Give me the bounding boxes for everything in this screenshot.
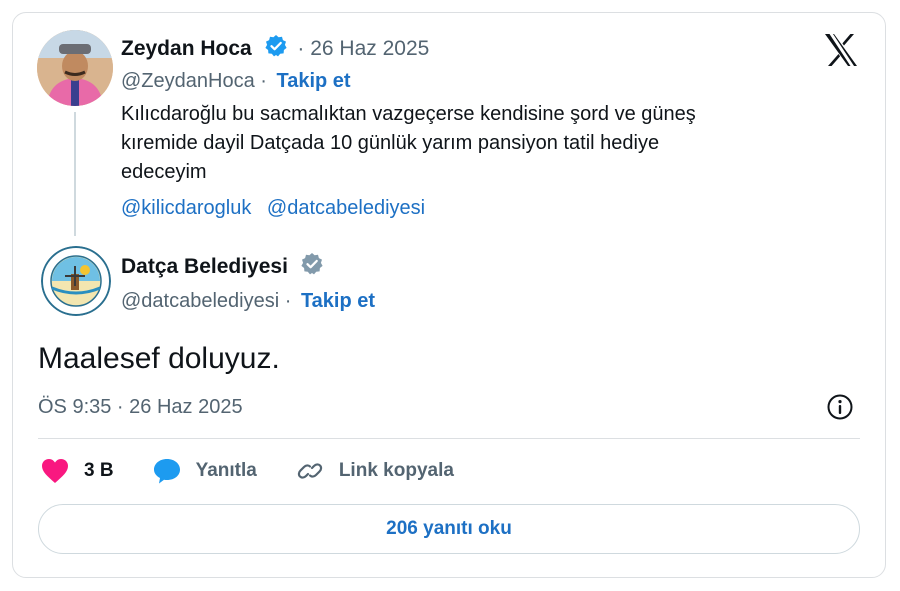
reply-label: Yanıtla (195, 460, 257, 481)
like-button[interactable]: 3 B (40, 457, 114, 485)
quoted-handle-row: @ZeydanHoca · Takip et (121, 70, 351, 93)
quoted-author-name-row[interactable]: Zeydan Hoca · 26 Haz 2025 (121, 34, 429, 61)
thread-connector-line (74, 112, 76, 236)
reply-handle-row: @datcabelediyesi · Takip et (121, 290, 375, 313)
reply-timestamp[interactable]: ÖS 9:35 · 26 Haz 2025 (38, 396, 243, 419)
verified-badge-icon (264, 35, 287, 57)
speech-bubble-icon (153, 459, 180, 484)
copy-link-label: Link kopyala (338, 460, 454, 481)
reply-follow-link[interactable]: Takip et (301, 290, 375, 312)
link-icon (297, 463, 322, 479)
reply-button[interactable]: Yanıtla (152, 457, 257, 485)
quoted-author-name[interactable]: Zeydan Hoca (121, 37, 252, 60)
quoted-follow-link[interactable]: Takip et (276, 70, 350, 92)
tweet-actions-bar: 3 B Yanıtla Link kopyala (40, 456, 492, 486)
copy-link-button[interactable]: Link kopyala (295, 457, 454, 485)
info-icon[interactable] (826, 393, 854, 421)
quoted-tweet-date[interactable]: · 26 Haz 2025 (297, 37, 429, 60)
quoted-tweet-text: Kılıcdaroğlu bu sacmalıktan vazgeçerse k… (121, 100, 841, 223)
quoted-text-line: kıremide dayil Datçada 10 günlük yarım p… (121, 132, 660, 154)
mention-link-datcabelediyesi[interactable]: @datcabelediyesi (267, 197, 425, 219)
mention-link-kilicdarogluk[interactable]: @kilicdarogluk (121, 197, 251, 219)
zeydan-hoca-avatar[interactable] (37, 30, 113, 106)
like-count: 3 B (84, 460, 114, 481)
reply-author-name-row[interactable]: Datça Belediyesi (121, 252, 324, 279)
reply-tweet-text: Maalesef doluyuz. (38, 342, 280, 375)
quoted-author-handle[interactable]: @ZeydanHoca · (121, 70, 267, 92)
divider (38, 438, 860, 439)
gray-verified-badge-icon (301, 253, 323, 275)
quoted-text-line: edeceyim (121, 161, 207, 183)
reply-author-handle[interactable]: @datcabelediyesi · (121, 290, 291, 312)
heart-icon (42, 459, 68, 483)
reply-author-name[interactable]: Datça Belediyesi (121, 255, 288, 278)
x-logo-icon[interactable] (823, 33, 859, 67)
quoted-text-line: Kılıcdaroğlu bu sacmalıktan vazgeçerse k… (121, 103, 696, 125)
read-replies-button[interactable]: 206 yanıtı oku (38, 504, 860, 554)
datca-belediyesi-avatar[interactable] (41, 246, 111, 316)
